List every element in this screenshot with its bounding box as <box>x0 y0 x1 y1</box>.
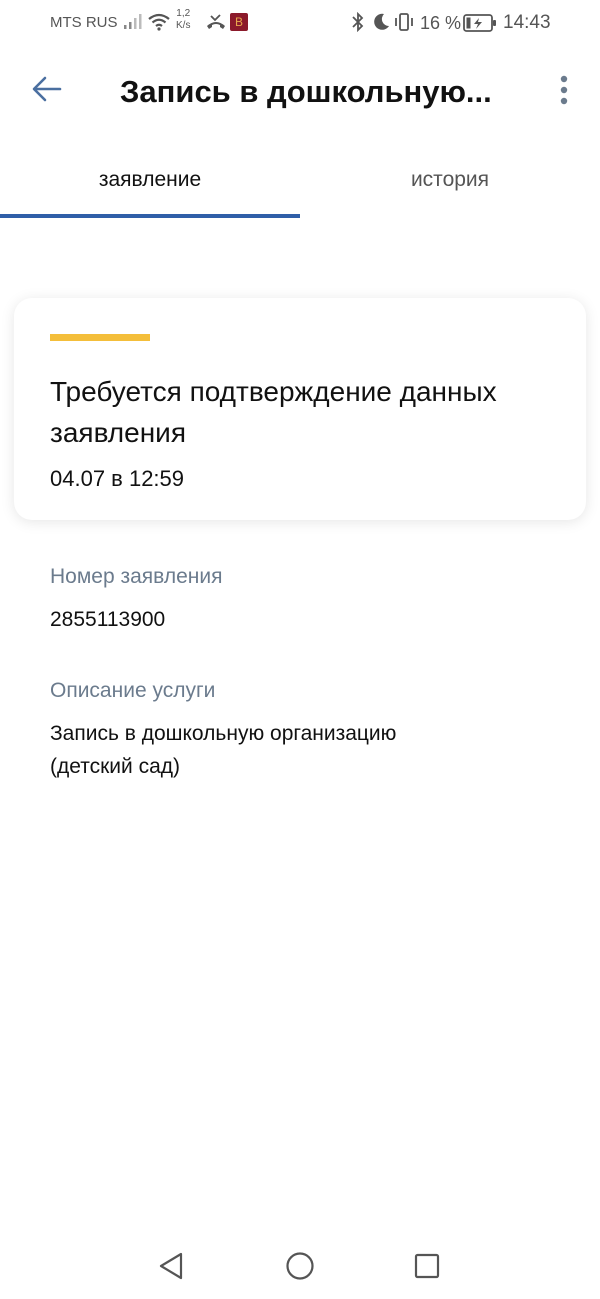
battery-percent: 16 % <box>420 13 462 33</box>
active-tab-indicator <box>0 214 300 218</box>
service-description-line-2: (детский сад) <box>50 755 181 778</box>
bluetooth-icon <box>350 11 366 37</box>
clock: 14:43 <box>503 12 551 33</box>
circle-home-icon <box>285 1251 315 1286</box>
application-number-value: 2855113900 <box>50 608 166 631</box>
status-bar: MTS RUS 1,2 K/s B 16 % 14:43 <box>0 0 600 46</box>
nav-recents-button[interactable] <box>409 1250 445 1286</box>
service-description-line-1: Запись в дошкольную организацию <box>50 722 397 745</box>
signal-icon <box>123 12 143 35</box>
application-number-label: Номер заявления <box>50 565 223 588</box>
service-description-value: Запись в дошкольную организацию (детский… <box>50 717 570 783</box>
do-not-disturb-icon <box>371 12 391 37</box>
page-title: Запись в дошкольную... <box>120 74 492 109</box>
status-accent-stripe <box>50 334 150 341</box>
missed-call-icon <box>205 13 227 36</box>
network-speed: 1,2 K/s <box>176 8 190 32</box>
status-card[interactable]: Требуется подтверждение данных заявления… <box>14 298 586 520</box>
service-description-label: Описание услуги <box>50 679 216 702</box>
nav-back-button[interactable] <box>153 1250 189 1286</box>
more-options-button[interactable] <box>548 72 580 112</box>
network-speed-value: 1,2 <box>176 8 191 19</box>
wifi-icon <box>147 12 171 37</box>
back-button[interactable] <box>26 70 68 112</box>
nav-home-button[interactable] <box>282 1250 318 1286</box>
vibrate-icon <box>393 12 415 37</box>
network-speed-unit: K/s <box>176 20 191 31</box>
system-navigation-bar <box>0 1236 600 1299</box>
square-recents-icon <box>413 1252 441 1285</box>
tab-bar: заявление история <box>0 142 600 218</box>
more-vertical-icon <box>559 75 569 110</box>
app-notification-icon: B <box>230 13 248 31</box>
status-date: 04.07 в 12:59 <box>50 466 185 491</box>
carrier-name: MTS RUS <box>50 14 118 31</box>
battery-charging-icon <box>463 13 497 38</box>
status-title: Требуется подтверждение данных заявления <box>50 376 497 448</box>
arrow-left-icon <box>32 76 62 107</box>
app-bar: Запись в дошкольную... <box>0 46 600 142</box>
tab-application[interactable]: заявление <box>0 142 300 218</box>
tab-history[interactable]: история <box>300 142 600 218</box>
triangle-back-icon <box>157 1251 185 1286</box>
